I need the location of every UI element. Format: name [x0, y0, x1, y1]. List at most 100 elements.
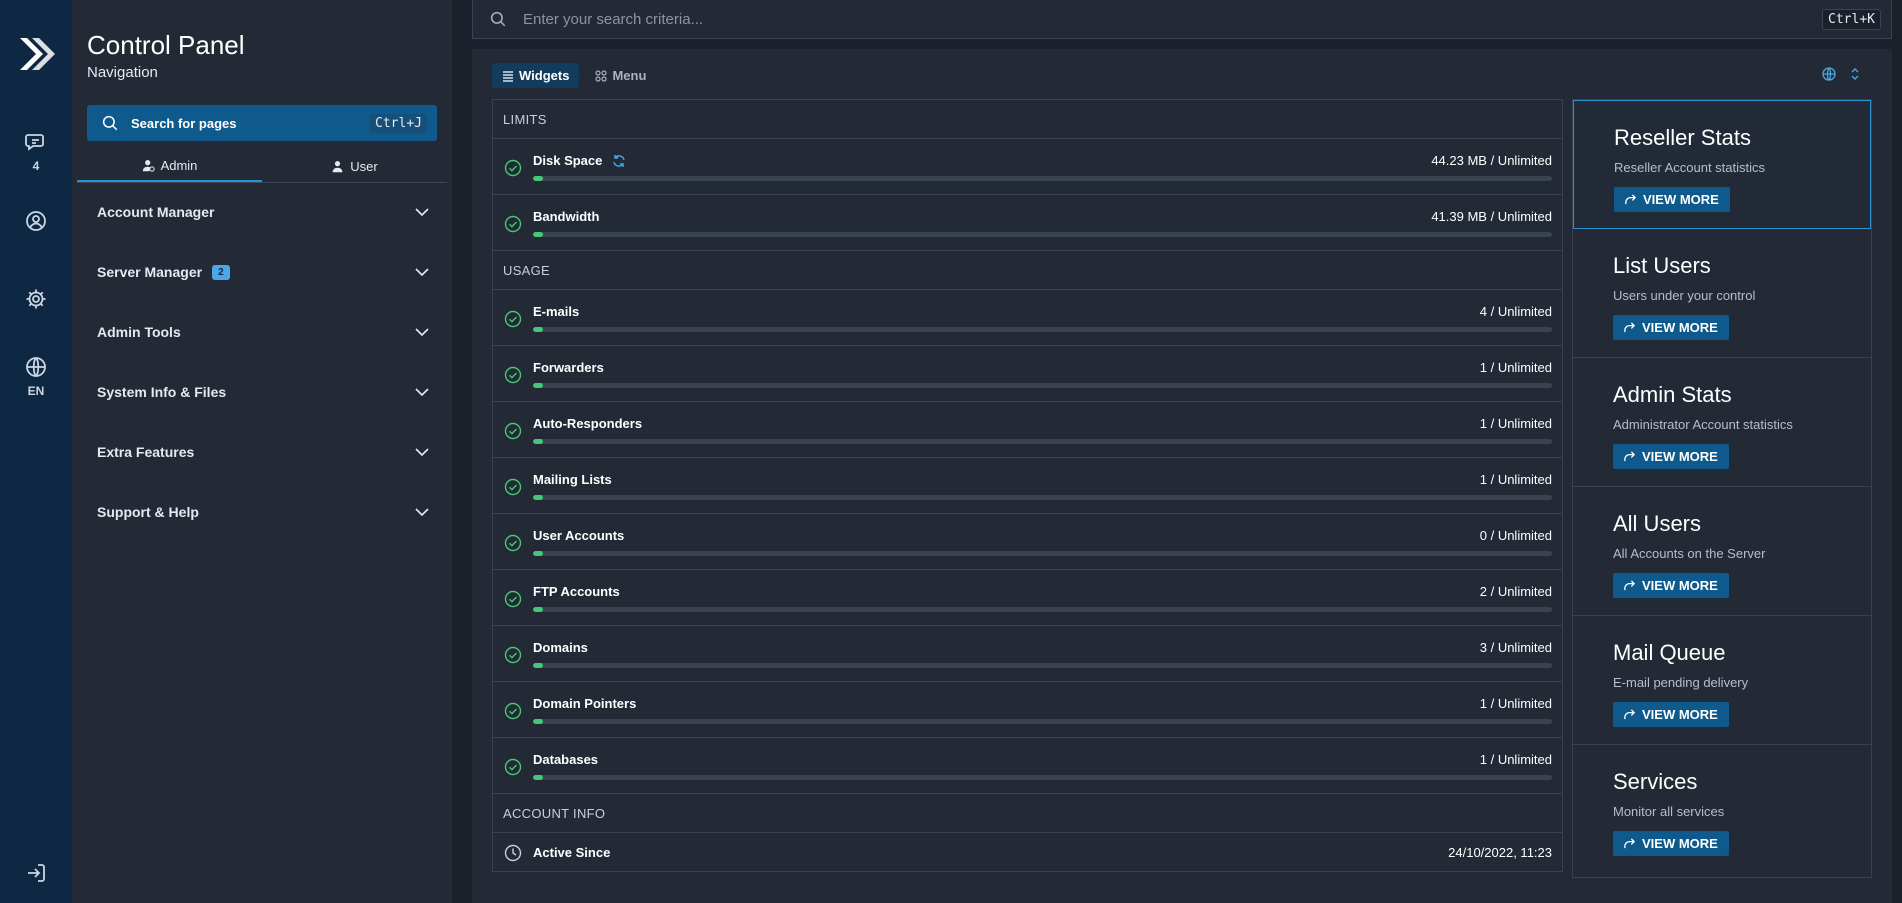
card-title: Services — [1613, 769, 1698, 794]
card-description: Monitor all services — [1613, 804, 1725, 819]
stat-label: Auto-Responders — [533, 416, 643, 431]
tab-menu[interactable]: Menu — [585, 63, 656, 88]
language-button[interactable]: EN — [24, 355, 48, 398]
view-more-button[interactable]: VIEW MORE — [1613, 702, 1729, 727]
nav-item-support-help[interactable]: Support & Help — [72, 482, 452, 542]
card-all-users: All Users All Accounts on the Server VIE… — [1573, 487, 1871, 616]
logout-button[interactable] — [24, 861, 48, 885]
logo-icon[interactable] — [16, 32, 56, 76]
card-services: Services Monitor all services VIEW MORE — [1573, 745, 1871, 874]
user-circle-icon — [26, 211, 46, 231]
progress-bar — [533, 607, 1552, 612]
view-more-button[interactable]: VIEW MORE — [1613, 315, 1729, 340]
progress-bar — [533, 719, 1552, 724]
share-arrow-icon — [1625, 194, 1637, 205]
sort-icon[interactable] — [1848, 67, 1862, 81]
check-circle-icon — [504, 422, 522, 440]
share-arrow-icon — [1624, 451, 1636, 462]
settings-button[interactable] — [24, 287, 48, 311]
nav-item-account-manager[interactable]: Account Manager — [72, 182, 452, 242]
progress-fill — [533, 232, 544, 237]
nav-subtitle: Navigation — [87, 64, 158, 81]
card-reseller-stats: Reseller Stats Reseller Account statisti… — [1573, 100, 1871, 229]
tab-user-label: User — [350, 158, 378, 174]
language-label: EN — [27, 384, 45, 398]
stat-label: Domains — [533, 640, 588, 655]
navigation-panel: Control Panel Navigation Search for page… — [72, 0, 452, 903]
card-description: Administrator Account statistics — [1613, 417, 1793, 432]
stats-widget: LIMITS Disk Space 44.23 MB / Unlimited B… — [492, 99, 1563, 872]
view-more-button[interactable]: VIEW MORE — [1613, 831, 1729, 856]
view-more-label: VIEW MORE — [1643, 192, 1719, 207]
tab-user[interactable]: User — [262, 150, 447, 182]
check-circle-icon — [504, 159, 522, 177]
nav-item-extra-features[interactable]: Extra Features — [72, 422, 452, 482]
card-mail-queue: Mail Queue E-mail pending delivery VIEW … — [1573, 616, 1871, 745]
page-search-button[interactable]: Search for pages Ctrl+J — [87, 105, 437, 141]
chevron-down-icon — [415, 208, 429, 217]
check-circle-icon — [504, 702, 522, 720]
progress-bar — [533, 663, 1552, 668]
limits-heading: LIMITS — [493, 100, 1562, 139]
card-title: All Users — [1613, 511, 1702, 536]
tab-widgets-label: Widgets — [519, 68, 570, 83]
progress-bar — [533, 775, 1552, 780]
card-title: Admin Stats — [1613, 382, 1732, 407]
global-search-shortcut: Ctrl+K — [1822, 8, 1881, 30]
view-more-label: VIEW MORE — [1642, 578, 1718, 593]
nav-item-system-info-files[interactable]: System Info & Files — [72, 362, 452, 422]
nav-item-admin-tools[interactable]: Admin Tools — [72, 302, 452, 362]
tab-admin[interactable]: Admin — [77, 150, 262, 182]
active-since-value: 24/10/2022, 11:23 — [1448, 845, 1552, 860]
stat-row-user-accounts: User Accounts 0 / Unlimited — [493, 514, 1562, 570]
view-tabs: Widgets Menu — [492, 63, 656, 88]
progress-fill — [533, 439, 544, 444]
chevron-down-icon — [415, 328, 429, 337]
check-circle-icon — [504, 590, 522, 608]
refresh-icon[interactable] — [612, 154, 626, 168]
stat-value: 0 / Unlimited — [1479, 528, 1552, 543]
view-more-button[interactable]: VIEW MORE — [1613, 573, 1729, 598]
shortcut-cards: Reseller Stats Reseller Account statisti… — [1572, 99, 1872, 878]
tab-widgets[interactable]: Widgets — [492, 63, 580, 88]
app-rail: 4 EN — [0, 0, 72, 903]
check-circle-icon — [504, 478, 522, 496]
view-more-button[interactable]: VIEW MORE — [1613, 444, 1729, 469]
view-more-button[interactable]: VIEW MORE — [1614, 187, 1730, 212]
panel-tools — [1822, 67, 1862, 81]
page-search-shortcut: Ctrl+J — [370, 113, 427, 133]
share-arrow-icon — [1624, 838, 1636, 849]
nav-item-server-manager[interactable]: Server Manager 2 — [72, 242, 452, 302]
share-arrow-icon — [1624, 580, 1636, 591]
stat-value: 41.39 MB / Unlimited — [1431, 209, 1552, 224]
clock-icon — [504, 844, 522, 862]
progress-fill — [533, 719, 544, 724]
nav-item-label: Support & Help — [97, 504, 199, 520]
progress-bar — [533, 383, 1552, 388]
view-more-label: VIEW MORE — [1642, 836, 1718, 851]
progress-bar — [533, 327, 1552, 332]
active-since-label: Active Since — [533, 845, 611, 860]
stat-row-databases: Databases 1 / Unlimited — [493, 738, 1562, 794]
stat-row-disk-space: Disk Space 44.23 MB / Unlimited — [493, 139, 1562, 195]
card-title: Mail Queue — [1613, 640, 1726, 665]
messages-button[interactable]: 4 — [24, 130, 48, 173]
stat-value: 4 / Unlimited — [1479, 304, 1552, 319]
check-circle-icon — [504, 758, 522, 776]
tab-menu-label: Menu — [612, 68, 647, 83]
stat-row-domain-pointers: Domain Pointers 1 / Unlimited — [493, 682, 1562, 738]
search-icon — [102, 115, 118, 131]
chevron-down-icon — [415, 388, 429, 397]
card-title: List Users — [1613, 253, 1711, 278]
globe-icon[interactable] — [1822, 67, 1836, 81]
card-list-users: List Users Users under your control VIEW… — [1573, 229, 1871, 358]
stat-row-mailing-lists: Mailing Lists 1 / Unlimited — [493, 458, 1562, 514]
nav-item-label: Admin Tools — [97, 324, 181, 340]
usage-heading: USAGE — [493, 251, 1562, 290]
progress-bar — [533, 495, 1552, 500]
stat-label: FTP Accounts — [533, 584, 620, 599]
card-description: All Accounts on the Server — [1613, 546, 1766, 561]
profile-button[interactable] — [24, 209, 48, 233]
share-arrow-icon — [1624, 322, 1636, 333]
global-search-input[interactable] — [523, 10, 1823, 28]
